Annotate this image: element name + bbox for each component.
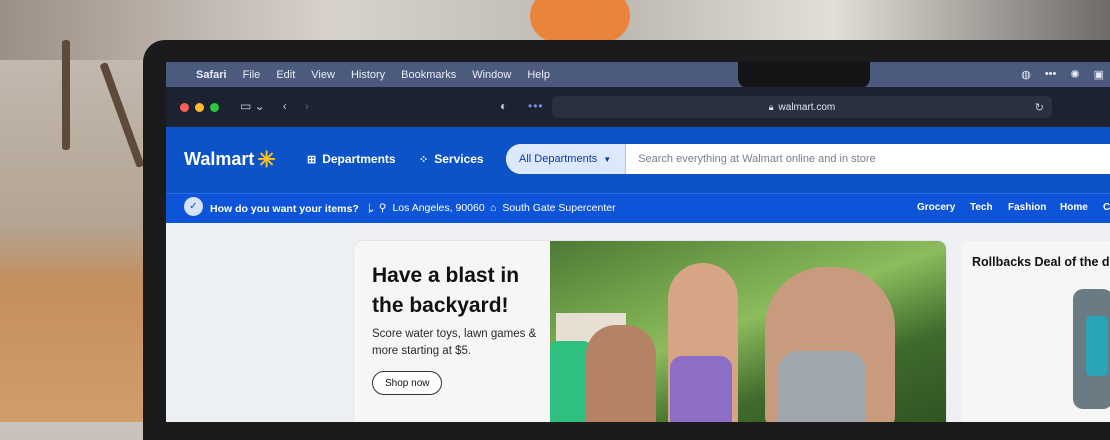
more-icon[interactable]: ••• [1045, 68, 1057, 81]
vacuum-detail-shape [1086, 316, 1108, 376]
reload-icon[interactable]: ↻ [1035, 101, 1044, 114]
orange-decor [530, 0, 630, 42]
menu-help[interactable]: Help [527, 69, 550, 81]
forward-icon[interactable]: › [305, 99, 309, 113]
store-icon: ⌂ [490, 202, 497, 214]
search-department-label: All Departments [519, 153, 598, 165]
services-label: Services [434, 152, 484, 166]
fulfillment-question: How do you want your items? [210, 203, 359, 215]
store-selector[interactable]: ⌂ South Gate Supercenter [490, 202, 616, 214]
spark-icon: ✳ [257, 146, 276, 172]
category-home[interactable]: Home [1060, 202, 1088, 213]
traffic-lights [180, 102, 225, 112]
menu-window[interactable]: Window [472, 69, 511, 81]
brightness-icon[interactable]: ✺ [1070, 68, 1079, 81]
menu-view[interactable]: View [311, 69, 335, 81]
hero-subtitle: Score water toys, lawn games & more star… [372, 328, 537, 357]
menu-bookmarks[interactable]: Bookmarks [401, 69, 456, 81]
menu-safari[interactable]: Safari [196, 69, 227, 81]
zoom-window-button[interactable] [210, 102, 219, 112]
toolbar-nav: ▭ ⌄ ‹ › [240, 99, 309, 113]
camera-notch [738, 62, 870, 88]
menu-history[interactable]: History [351, 69, 385, 81]
search-bar: All Departments ▼ Search everything at W… [506, 144, 1110, 174]
tank-top-shape [778, 351, 866, 422]
hero-image [550, 241, 946, 422]
pin-icon: ⚲ [378, 202, 387, 214]
mac-menubar: Safari File Edit View History Bookmarks … [166, 62, 1110, 87]
url-text: walmart.com [778, 101, 836, 113]
delivery-icon: ✓ [184, 197, 203, 216]
address-bar[interactable]: 🔒︎ walmart.com ↻ [552, 96, 1052, 118]
hero-title: Have a blast in the backyard! [372, 264, 520, 317]
swimsuit-shape [670, 356, 732, 422]
close-window-button[interactable] [180, 102, 189, 112]
services-button[interactable]: ⁘ Services [419, 152, 484, 166]
menubar-status-icons: ◍ ••• ✺ ▣ [1021, 68, 1104, 81]
tab-overview-icon[interactable]: ••• [528, 99, 544, 113]
background-people-shape [586, 325, 656, 422]
rollbacks-card[interactable]: Rollbacks Deal of the d [961, 241, 1110, 422]
lock-icon: 🔒︎ [768, 101, 774, 112]
back-icon[interactable]: ‹ [283, 99, 287, 113]
search-department-select[interactable]: All Departments ▼ [506, 144, 627, 174]
screen: Safari File Edit View History Bookmarks … [166, 62, 1110, 422]
category-tech[interactable]: Tech [970, 202, 993, 213]
search-input[interactable]: Search everything at Walmart online and … [638, 153, 875, 165]
menu-edit[interactable]: Edit [276, 69, 295, 81]
siri-icon[interactable]: ◍ [1021, 68, 1031, 81]
pool-toy-shape [550, 341, 590, 422]
location-selector[interactable]: | ⚲ Los Angeles, 90060 [368, 202, 485, 214]
divider: | [368, 202, 371, 214]
caret-down-icon: ▼ [603, 154, 612, 164]
chair-leg [62, 40, 70, 150]
fulfillment-selector[interactable]: ✓ How do you want your items? ⌄ [184, 197, 376, 216]
sidebar-toggle-icon[interactable]: ▭ ⌄ [240, 99, 265, 113]
category-partial[interactable]: C [1103, 202, 1110, 213]
window-icon[interactable]: ▣ [1094, 68, 1104, 81]
hero-card[interactable]: Have a blast in the backyard! Score wate… [354, 241, 946, 422]
category-fashion[interactable]: Fashion [1008, 202, 1046, 213]
store-text: South Gate Supercenter [502, 202, 616, 214]
category-grocery[interactable]: Grocery [917, 202, 955, 213]
page-content: Have a blast in the backyard! Score wate… [166, 223, 1110, 422]
walmart-header: Walmart ✳ ⊞ Departments ⁘ Services All D… [166, 127, 1110, 193]
services-grid-icon: ⁘ [419, 153, 429, 166]
safari-toolbar: ▭ ⌄ ‹ › ◐ ••• 🔒︎ walmart.com ↻ [166, 87, 1110, 127]
logo-text: Walmart [184, 149, 255, 169]
fulfillment-bar: ✓ How do you want your items? ⌄ | ⚲ Los … [166, 193, 1110, 223]
background-floor [0, 60, 160, 422]
departments-button[interactable]: ⊞ Departments [307, 152, 396, 166]
shop-now-button[interactable]: Shop now [372, 371, 443, 395]
departments-label: Departments [322, 152, 396, 166]
privacy-shield-icon[interactable]: ◐ [500, 99, 507, 113]
location-text: Los Angeles, 90060 [392, 202, 485, 214]
walmart-logo[interactable]: Walmart ✳ [184, 146, 276, 172]
menu-file[interactable]: File [243, 69, 261, 81]
left-rail [166, 223, 342, 422]
minimize-window-button[interactable] [195, 102, 204, 112]
rollbacks-title: Rollbacks Deal of the d [972, 255, 1110, 269]
grid-icon: ⊞ [307, 153, 317, 166]
